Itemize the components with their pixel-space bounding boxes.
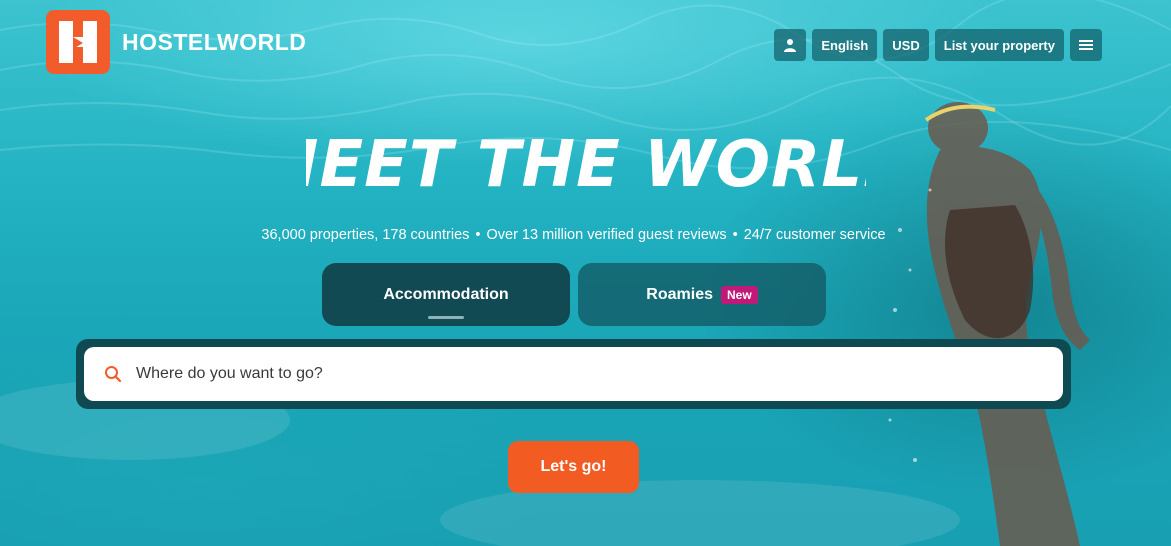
search-box[interactable] — [84, 347, 1063, 401]
hamburger-menu-icon — [1079, 40, 1093, 50]
tab-accommodation[interactable]: Accommodation — [322, 263, 570, 326]
stat-properties: 36,000 properties, 178 countries — [261, 227, 470, 243]
hero-section: HOSTELWORLD English USD List your proper… — [0, 0, 1171, 546]
hostelworld-logo-icon — [46, 10, 110, 74]
brand-logo[interactable]: HOSTELWORLD — [46, 10, 306, 74]
menu-button[interactable] — [1070, 29, 1102, 61]
account-button[interactable] — [774, 29, 807, 61]
active-tab-indicator — [428, 316, 464, 319]
stat-separator: • — [475, 227, 481, 243]
search-icon — [105, 366, 122, 383]
currency-button[interactable]: USD — [883, 29, 929, 61]
headline-graphic: MEET THE WORLD — [306, 128, 866, 202]
stat-separator: • — [732, 227, 738, 243]
destination-search-input[interactable] — [134, 364, 1018, 384]
new-badge: New — [721, 285, 758, 304]
stat-service: 24/7 customer service — [743, 227, 886, 243]
hero-stats: 36,000 properties, 178 countries • Over 13… — [0, 227, 1147, 243]
brand-name: HOSTELWORLD — [122, 28, 307, 55]
hero-headline: MEET THE WORLD — [0, 118, 1171, 208]
list-property-button[interactable]: List your property — [934, 29, 1064, 61]
tab-roamies[interactable]: Roamies New — [578, 263, 826, 326]
stat-reviews: Over 13 million verified guest reviews — [486, 227, 727, 243]
lets-go-button[interactable]: Let's go! — [508, 441, 639, 493]
language-button[interactable]: English — [812, 29, 878, 61]
headline-text: MEET THE WORLD — [306, 128, 866, 202]
search-container — [76, 339, 1071, 409]
tab-label: Roamies — [646, 285, 713, 303]
logo-h-glyph — [59, 21, 97, 63]
top-navigation: English USD List your property — [774, 29, 1102, 61]
search-tabs: Accommodation Roamies New — [322, 263, 826, 326]
tab-label: Accommodation — [383, 285, 509, 303]
user-icon — [784, 39, 797, 52]
